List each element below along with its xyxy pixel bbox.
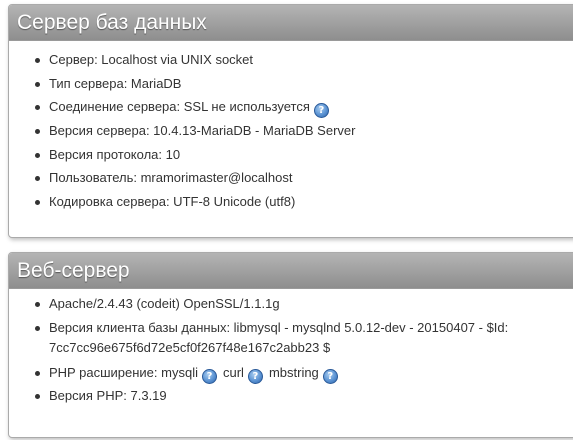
- db-server-title: Сервер баз данных: [9, 5, 573, 41]
- server-type-item: Тип сервера: MariaDB: [34, 74, 181, 94]
- server-item: Сервер: Localhost via UNIX socket: [34, 50, 253, 70]
- help-icon[interactable]: ?: [313, 103, 329, 118]
- php-ext-mysqli: mysqli: [161, 365, 198, 380]
- php-ext-mbstring: mbstring: [268, 365, 319, 380]
- page: Сервер баз данных Сервер: Localhost via …: [0, 0, 573, 440]
- server-connection-text: Соединение сервера: SSL не используется: [49, 99, 310, 114]
- server-charset-item: Кодировка сервера: UTF-8 Unicode (utf8): [34, 192, 295, 212]
- help-icon[interactable]: ?: [322, 369, 338, 384]
- php-extension-item: PHP расширение: mysqli? curl? mbstring?: [35, 363, 344, 384]
- db-client-line2: 7cc7cc96e675f6d72e5cf0f267f48e167c2abb23…: [49, 340, 331, 355]
- web-server-panel: Веб-сервер Apache/2.4.43 (codeit) OpenSS…: [8, 252, 573, 438]
- db-client-item: Версия клиента базы данных: libmysql - m…: [34, 318, 509, 358]
- user-item: Пользователь: mramorimaster@localhost: [34, 168, 292, 188]
- php-version-item: Версия PHP: 7.3.19: [35, 386, 167, 406]
- db-client-line1: Версия клиента базы данных: libmysql - m…: [49, 320, 509, 335]
- help-icon[interactable]: ?: [201, 369, 217, 384]
- web-server-title: Веб-сервер: [9, 253, 573, 289]
- protocol-version-item: Версия протокола: 10: [34, 145, 180, 165]
- apache-item: Apache/2.4.43 (codeit) OpenSSL/1.1.1g: [35, 294, 280, 314]
- server-version-item: Версия сервера: 10.4.13-MariaDB - MariaD…: [34, 121, 355, 141]
- db-server-panel: Сервер баз данных Сервер: Localhost via …: [8, 4, 573, 238]
- php-extension-label: PHP расширение:: [49, 365, 158, 380]
- help-icon[interactable]: ?: [247, 369, 263, 384]
- server-connection-item: Соединение сервера: SSL не используется?: [35, 97, 335, 118]
- php-ext-curl: curl: [222, 365, 244, 380]
